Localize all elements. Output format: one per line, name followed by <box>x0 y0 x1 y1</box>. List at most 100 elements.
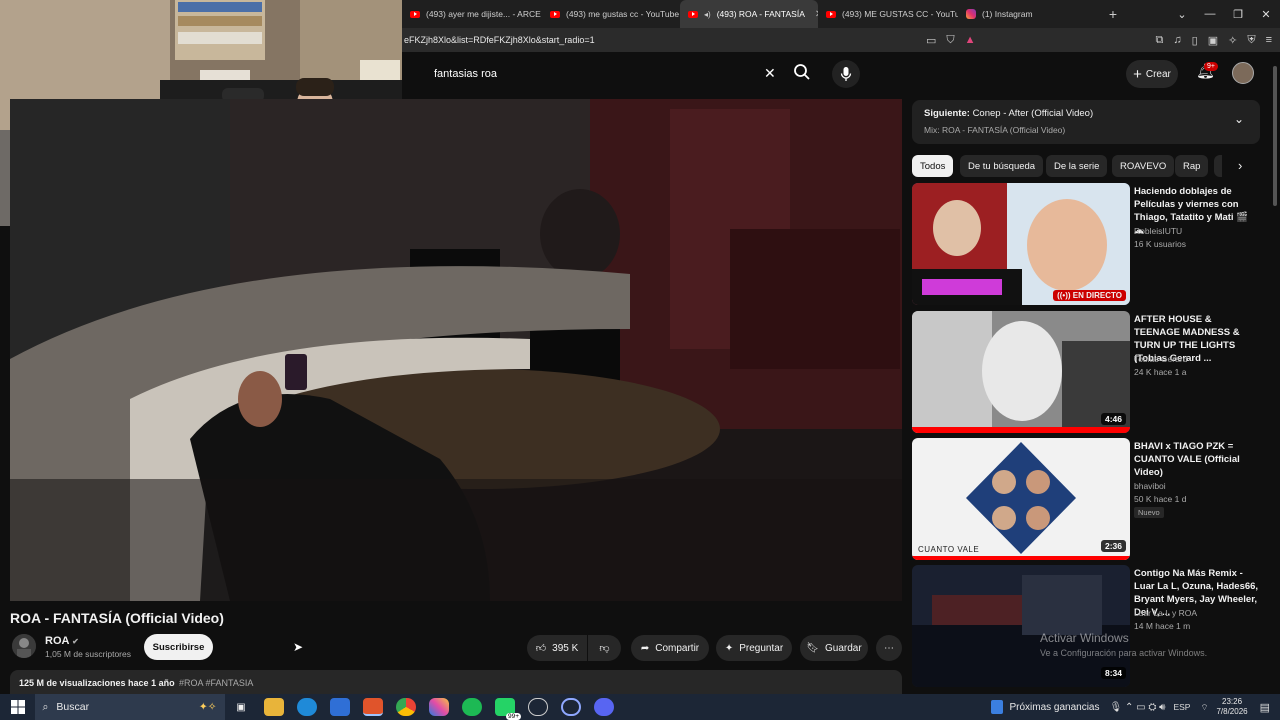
media-icon[interactable]: ♫ <box>1173 34 1181 46</box>
copilot-icon[interactable] <box>429 698 449 716</box>
channel-name[interactable]: ROA <box>45 635 69 647</box>
system-tray-icons[interactable]: 🎙︎ ⌃ ▭ ⛭ 🔊︎ <box>1110 702 1166 713</box>
whatsapp-icon[interactable]: 99+ <box>495 698 521 720</box>
notification-center-icon[interactable]: ▤ <box>1260 701 1270 714</box>
browser-tab[interactable]: (493) ME GUSTAS CC - YouTu <box>818 0 958 28</box>
recommendation-channel[interactable]: Tobias Gerard <box>1134 354 1187 364</box>
chevron-down-icon[interactable]: ⌄ <box>1234 112 1244 126</box>
like-button[interactable]: 👍︎ 395 K <box>527 635 587 661</box>
filter-chip-series[interactable]: De la serie <box>1046 155 1108 177</box>
browser-tab[interactable]: (493) ayer me dijiste... - ARCE <box>402 0 542 28</box>
chevron-right-icon[interactable]: › <box>1238 158 1242 173</box>
channel-name-row[interactable]: ROA ✔︎ <box>45 635 79 647</box>
live-badge: ((•)) EN DIRECTO <box>1053 290 1126 301</box>
brave-rewards-icon[interactable]: ▲ <box>965 34 976 46</box>
spotify-icon[interactable] <box>462 698 482 716</box>
create-button[interactable]: + Crear <box>1126 60 1178 88</box>
url-field[interactable]: eFKZjh8Xlo&list=RDfeFKZjh8Xlo&start_radi… <box>404 35 924 45</box>
video-thumbnail[interactable]: ((•)) EN DIRECTO <box>912 183 1130 305</box>
windows-taskbar: ⌕ Buscar ✦✧ ▣ 99+ Próximas ganancias 🎙︎ … <box>0 694 1280 720</box>
subscribe-button[interactable]: Suscribirse <box>144 634 213 660</box>
clock[interactable]: 23:26 7/8/2026 <box>1216 697 1247 717</box>
extensions-icon[interactable]: ⧉ <box>1156 34 1164 47</box>
clear-search-icon[interactable]: ✕ <box>764 65 776 82</box>
wallet-icon[interactable]: ▣ <box>1208 34 1218 47</box>
video-thumbnail[interactable]: CUANTO VALE 2:36 <box>912 438 1130 560</box>
share-button[interactable]: ➦ Compartir <box>631 635 709 661</box>
close-window-icon[interactable]: ✕ <box>1252 8 1280 21</box>
video-thumbnail[interactable]: 4:46 <box>912 311 1130 433</box>
audio-playing-icon[interactable]: ◂) <box>704 10 711 19</box>
recommendation-title[interactable]: BHAVI x TIAGO PZK = CUANTO VALE (Officia… <box>1134 440 1260 479</box>
widget-finance[interactable]: Próximas ganancias <box>991 700 1100 714</box>
obs-icon[interactable] <box>561 698 581 716</box>
browser-tab[interactable]: (1) Instagram <box>958 0 1096 28</box>
search-icon: ⌕ <box>42 700 49 713</box>
search-input[interactable]: fantasias roa <box>424 60 784 88</box>
browser-tab-active[interactable]: ◂) (493) ROA - FANTASÍA ✕ <box>680 0 818 28</box>
brave-shield-icon[interactable]: ⛉ <box>946 34 954 47</box>
create-label: Crear <box>1145 68 1171 80</box>
channel-avatar[interactable] <box>12 634 36 658</box>
dislike-button[interactable]: 👎︎ <box>588 635 621 661</box>
recommendation-channel[interactable]: bhaviboi <box>1134 481 1166 491</box>
store-icon[interactable] <box>330 698 350 716</box>
filter-chip-roavevo[interactable]: ROAVEVO <box>1112 155 1175 177</box>
new-tab-button[interactable]: + <box>1096 6 1130 22</box>
filter-chip-partial[interactable] <box>1214 155 1222 177</box>
menu-icon[interactable]: ≡ <box>1266 34 1272 46</box>
more-actions-icon[interactable]: ⋯ <box>876 635 902 661</box>
recommendation-item[interactable]: ((•)) EN DIRECTO Haciendo doblajes de Pe… <box>912 183 1262 305</box>
github-icon[interactable] <box>528 698 548 716</box>
tab-label: (493) me gustas cc - YouTube <box>566 9 680 19</box>
taskbar-search-placeholder: Buscar <box>56 701 90 713</box>
next-prefix: Siguiente: <box>924 108 970 119</box>
video-player[interactable] <box>10 99 902 601</box>
recommendation-item[interactable]: 8:34 Contigo Na Más Remix - Luar La L, O… <box>912 565 1262 687</box>
share-label: Compartir <box>655 642 700 654</box>
start-windows-icon[interactable] <box>8 698 28 716</box>
tab-label: (493) ayer me dijiste... - ARCE <box>426 9 541 19</box>
video-thumbnail[interactable]: 8:34 <box>912 565 1130 687</box>
sidebar-icon[interactable]: ▯ <box>1192 34 1198 47</box>
recommendation-item[interactable]: 4:46 AFTER HOUSE & TEENAGE MADNESS & TUR… <box>912 311 1262 433</box>
thumbnail-caption: CUANTO VALE <box>918 545 980 554</box>
recommendation-item[interactable]: CUANTO VALE 2:36 BHAVI x TIAGO PZK = CUA… <box>912 438 1262 560</box>
filter-chip-todos[interactable]: Todos <box>912 155 954 177</box>
sparkle-icon: ✦ <box>724 642 734 654</box>
description-box[interactable]: 125 M de visualizaciones hace 1 año #ROA… <box>10 670 902 694</box>
scrollbar-thumb[interactable] <box>1273 66 1277 206</box>
edge-browser-icon[interactable] <box>297 698 317 716</box>
brave-browser-icon[interactable] <box>363 698 383 716</box>
hashtags[interactable]: #ROA #FANTASIA <box>179 678 253 688</box>
browser-tab[interactable]: (493) me gustas cc - YouTube <box>542 0 680 28</box>
recommendation-channel[interactable]: Luar La L y ROA <box>1134 608 1197 618</box>
taskbar-search-box[interactable]: ⌕ Buscar ✦✧ <box>34 694 225 720</box>
tab-label: (1) Instagram <box>982 9 1033 19</box>
leo-icon[interactable]: ✧ <box>1228 34 1237 47</box>
account-avatar[interactable] <box>1232 62 1254 84</box>
language-indicator[interactable]: ESP <box>1173 702 1190 712</box>
screen-cast-icon[interactable]: ▭ <box>926 34 936 47</box>
minimize-icon[interactable]: — <box>1196 8 1224 20</box>
filter-chip-rap[interactable]: Rap <box>1175 155 1209 177</box>
maximize-icon[interactable]: ❐ <box>1224 8 1252 21</box>
mix-playlist-card[interactable]: Siguiente: Conep - After (Official Video… <box>912 100 1260 144</box>
save-button[interactable]: 🔖︎ Guardar <box>800 635 868 661</box>
activate-windows-subtitle: Ve a Configuración para activar Windows. <box>1040 648 1208 658</box>
search-icon[interactable] <box>793 63 811 86</box>
wifi-icon[interactable]: ⌔ <box>1200 702 1208 713</box>
recommendation-channel[interactable]: RobleisIUTU <box>1134 226 1182 236</box>
recommendation-meta: 16 K usuarios <box>1134 239 1186 249</box>
discord-icon[interactable] <box>594 698 614 716</box>
vpn-icon[interactable]: ⛨ <box>1247 34 1255 47</box>
file-explorer-icon[interactable] <box>264 698 284 716</box>
address-bar: eFKZjh8Xlo&list=RDfeFKZjh8Xlo&start_radi… <box>402 28 1280 52</box>
tab-search-chevron-icon[interactable]: ⌄ <box>1168 8 1196 21</box>
voice-search-icon[interactable] <box>832 60 860 88</box>
chrome-icon[interactable] <box>396 698 416 716</box>
filter-chip-search[interactable]: De tu búsqueda <box>960 155 1044 177</box>
widget-label: Próximas ganancias <box>1009 701 1100 713</box>
task-view-icon[interactable]: ▣ <box>231 698 251 716</box>
ask-button[interactable]: ✦ Preguntar <box>716 635 792 661</box>
